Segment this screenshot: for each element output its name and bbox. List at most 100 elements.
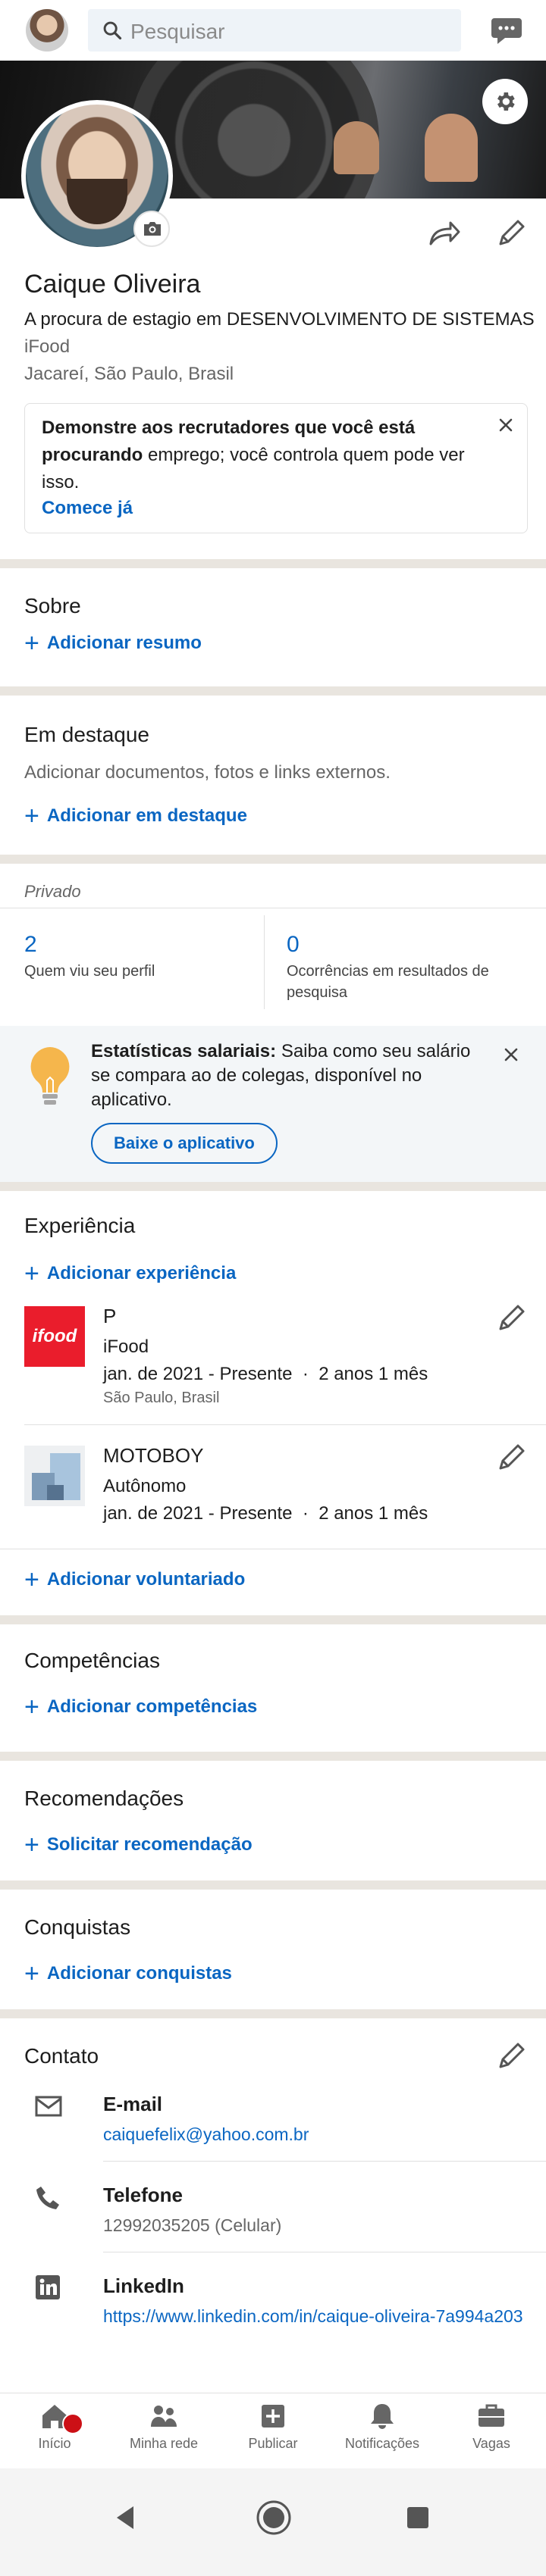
plus-icon: + [24,1693,39,1721]
messaging-icon[interactable] [490,15,523,45]
add-featured-link[interactable]: + Adicionar em destaque [24,802,247,831]
profile-name: Caique Oliveira [24,270,201,299]
search-bar[interactable]: Pesquisar [88,9,461,52]
experience-company: Autônomo [103,1476,187,1496]
contact-linkedin-value[interactable]: https://www.linkedin.com/in/caique-olive… [103,2303,528,2329]
get-started-link[interactable]: Comece já [42,498,133,519]
contact-phone-label: Telefone [103,2184,183,2206]
plus-icon: + [24,1830,39,1859]
experience-date-range: jan. de 2021 - Presente [103,1364,293,1384]
system-navigation-bar [0,2468,546,2576]
envelope-icon [35,2096,62,2117]
add-post-icon [262,2405,284,2428]
bell-icon [371,2404,394,2429]
notification-badge [62,2413,83,2434]
section-divider [0,686,546,696]
home-button-icon[interactable] [255,2499,293,2537]
people-icon [151,2406,177,2427]
linkedin-icon [36,2275,60,2299]
private-label: Privado [24,882,81,901]
experience-company: iFood [103,1336,149,1357]
add-summary-label: Adicionar resumo [46,633,202,653]
search-placeholder: Pesquisar [130,20,225,43]
plus-icon: + [24,1259,39,1288]
search-appearances-count[interactable]: 0 [287,932,300,958]
experience-dates: jan. de 2021 - Presente · 2 anos 1 mês [103,1364,428,1384]
salary-insights-text: Estatísticas salariais: Saiba como seu s… [91,1039,485,1112]
nav-jobs-label: Vagas [472,2436,510,2451]
experience-title: Experiência [24,1214,136,1237]
profile-company: iFood [24,336,71,357]
contact-linkedin-label: LinkedIn [103,2274,184,2297]
nav-post-label: Publicar [248,2436,298,2451]
profile-views-count[interactable]: 2 [24,932,37,958]
download-app-button[interactable]: Baixe o aplicativo [91,1123,278,1164]
camera-icon [144,222,161,236]
section-divider [0,2009,546,2018]
close-icon[interactable] [502,1046,520,1064]
cover-settings-button[interactable] [482,79,528,124]
back-icon[interactable] [114,2505,136,2531]
experience-separator [24,1424,546,1425]
nav-notifications[interactable]: Notificações [328,2401,437,2452]
add-experience-link[interactable]: + Adicionar experiência [24,1259,236,1289]
featured-description: Adicionar documentos, fotos e links exte… [24,762,391,783]
logo-building-shape [47,1485,64,1500]
experience-dates: jan. de 2021 - Presente · 2 anos 1 mês [103,1503,428,1524]
lightbulb-icon [30,1047,70,1105]
salary-insights-text-bold: Estatísticas salariais: [91,1041,277,1061]
recents-icon[interactable] [406,2506,429,2529]
edit-experience-icon[interactable] [496,1303,526,1333]
profile-photo-detail [67,179,127,224]
briefcase-icon [479,2404,504,2427]
request-recommendation-link[interactable]: + Solicitar recomendação [24,1830,253,1860]
add-volunteer-label: Adicionar voluntariado [46,1569,246,1590]
profile-views-label[interactable]: Quem viu seu perfil [24,961,252,982]
about-title: Sobre [24,594,81,617]
change-photo-button[interactable] [133,211,170,247]
add-accomplishments-link[interactable]: + Adicionar conquistas [24,1959,232,1989]
edit-profile-icon[interactable] [496,218,526,249]
add-accomplishments-label: Adicionar conquistas [46,1963,232,1984]
profile-headline: A procura de estagio em DESENVOLVIMENTO … [24,309,535,330]
add-summary-link[interactable]: + Adicionar resumo [24,629,202,658]
experience-duration: 2 anos 1 mês [318,1364,428,1384]
experience-location: São Paulo, Brasil [103,1390,220,1406]
section-divider [0,855,546,864]
add-skills-label: Adicionar competências [46,1696,258,1717]
contact-phone-value[interactable]: 12992035205 (Celular) [103,2212,281,2238]
nav-my-network[interactable]: Minha rede [109,2401,218,2452]
add-volunteer-link[interactable]: + Adicionar voluntariado [24,1565,245,1595]
top-bar: Pesquisar [0,0,546,61]
experience-title-text[interactable]: MOTOBOY [103,1444,203,1468]
nav-my-network-label: Minha rede [129,2436,199,2451]
add-skills-link[interactable]: + Adicionar competências [24,1693,257,1722]
open-to-work-text: Demonstre aos recrutadores que você está… [42,414,474,496]
edit-experience-icon[interactable] [496,1443,526,1473]
contact-email-value[interactable]: caiquefelix@yahoo.com.br [103,2121,309,2147]
experience-title-text[interactable]: P [103,1305,116,1328]
company-placeholder-logo[interactable] [24,1446,85,1506]
nav-jobs[interactable]: Vagas [437,2401,546,2452]
ifood-logo[interactable]: ifood [24,1306,85,1367]
nav-home[interactable]: Início [0,2401,109,2452]
section-divider [0,1752,546,1761]
cover-person [334,121,379,174]
plus-icon: + [24,802,39,830]
edit-contact-icon[interactable] [496,2041,526,2071]
nav-notifications-label: Notificações [344,2436,420,2451]
nav-home-label: Início [38,2436,71,2451]
experience-duration: 2 anos 1 mês [318,1503,428,1524]
plus-icon: + [24,629,39,658]
share-icon[interactable] [428,218,461,249]
experience-date-range: jan. de 2021 - Presente [103,1503,293,1524]
search-appearances-label[interactable]: Ocorrências em resultados de pesquisa [287,961,514,1003]
nav-post[interactable]: Publicar [218,2401,328,2452]
close-icon[interactable] [497,416,515,434]
bottom-navigation: Início Minha rede Publicar Notificações … [0,2393,546,2468]
open-to-work-card: Demonstre aos recrutadores que você está… [24,403,528,533]
user-avatar[interactable] [26,9,68,52]
contact-separator [103,2161,546,2162]
section-divider [0,1880,546,1890]
section-divider [0,1182,546,1191]
